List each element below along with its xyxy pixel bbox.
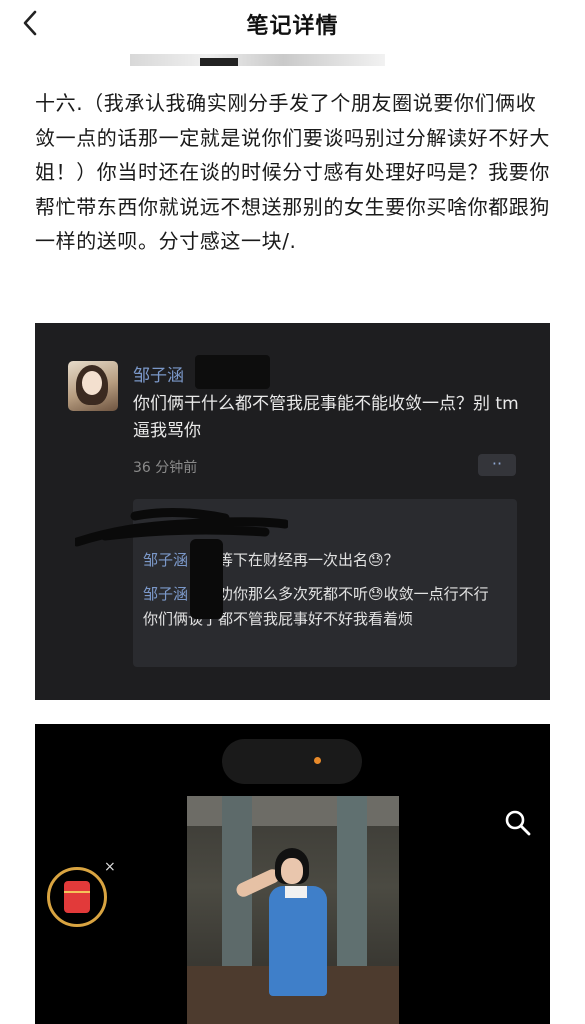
dynamic-island bbox=[222, 739, 362, 784]
moment-timestamp: 36 分钟前 bbox=[133, 460, 198, 476]
person-body bbox=[269, 886, 327, 996]
person-face bbox=[281, 858, 303, 884]
avatar[interactable] bbox=[68, 361, 118, 411]
comment-author[interactable]: 邹子涵 bbox=[143, 551, 188, 569]
cropped-image-strip bbox=[130, 54, 385, 66]
cropped-image-strip-dark bbox=[200, 58, 238, 66]
moments-screenshot: 邹子涵 你们俩干什么都不管我屁事能不能收敛一点？别 tm 逼我骂你 36 分钟前… bbox=[35, 323, 550, 700]
redaction-scribble bbox=[195, 355, 270, 389]
search-icon[interactable] bbox=[503, 808, 533, 838]
page-title: 笔记详情 bbox=[246, 14, 339, 39]
redaction-scribble bbox=[190, 539, 223, 619]
moment-author-name[interactable]: 邹子涵 bbox=[133, 361, 184, 386]
comment-author[interactable]: 邹子涵 bbox=[143, 585, 188, 603]
moment-post-text: 你们俩干什么都不管我屁事能不能收敛一点？别 tm 逼我骂你 bbox=[133, 394, 519, 441]
avatar-face bbox=[82, 371, 102, 395]
red-packet-button[interactable] bbox=[47, 867, 107, 927]
recording-indicator bbox=[314, 757, 321, 764]
red-packet-stripe bbox=[64, 891, 90, 893]
note-body-text: 十六.（我承认我确实刚分手发了个朋友圈说要你们俩收敛一点的话那一定就是说你们要谈… bbox=[35, 91, 550, 253]
redaction-scribble bbox=[75, 507, 288, 547]
video-frame[interactable] bbox=[187, 796, 399, 1024]
top-nav-bar: 笔记详情 bbox=[0, 0, 585, 48]
video-ceiling bbox=[187, 796, 399, 826]
more-options-button[interactable]: ·· bbox=[478, 454, 516, 476]
red-packet-icon bbox=[64, 881, 90, 913]
person-collar bbox=[285, 886, 307, 898]
video-screenshot: × bbox=[35, 724, 550, 1024]
close-icon[interactable]: × bbox=[104, 859, 116, 875]
